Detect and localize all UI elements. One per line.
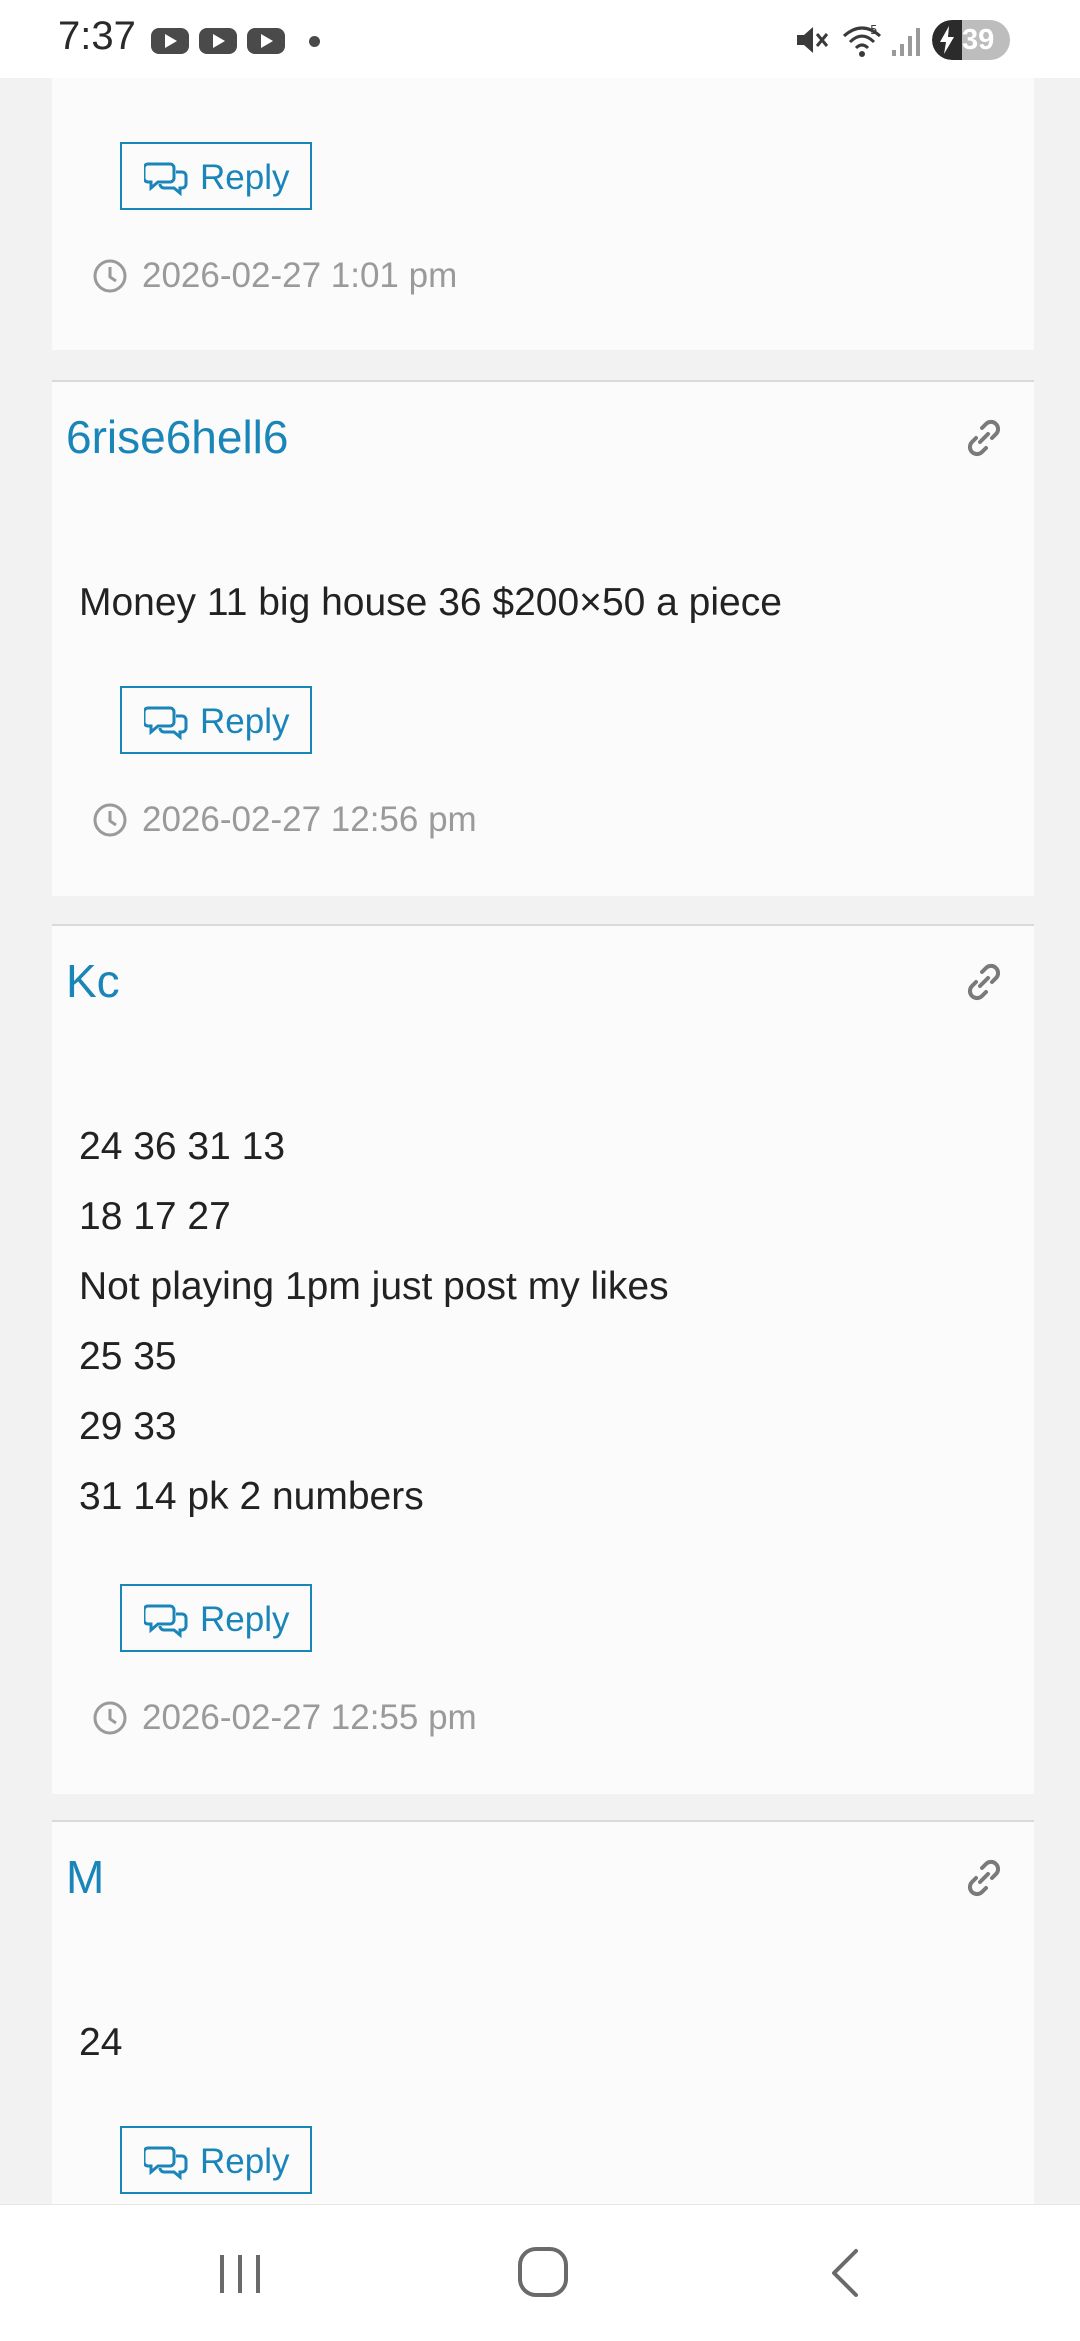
reply-label: Reply xyxy=(200,702,290,741)
comment-author[interactable]: M xyxy=(66,1850,104,1904)
comment-text: Money 11 big house 36 $200×50 a piece xyxy=(79,581,782,624)
comment-card: 6rise6hell6 Money 11 big house 36 $200×5… xyxy=(52,380,1034,896)
comment-text: 18 17 27 xyxy=(79,1195,231,1238)
status-bar: 7:37 5 39 xyxy=(0,0,1080,78)
comments-icon xyxy=(144,706,188,740)
clock-icon xyxy=(93,803,127,837)
comment-author[interactable]: Kc xyxy=(66,954,120,1008)
mute-icon xyxy=(797,27,829,53)
timestamp-text: 2026-02-27 1:01 pm xyxy=(142,256,458,295)
reply-label: Reply xyxy=(200,158,290,197)
comments-icon xyxy=(144,2146,188,2180)
link-icon[interactable] xyxy=(962,1856,1006,1900)
clock-icon xyxy=(93,259,127,293)
timestamp-text: 2026-02-27 12:56 pm xyxy=(142,800,477,839)
comment-text: 25 35 xyxy=(79,1335,177,1378)
reply-label: Reply xyxy=(200,1600,290,1639)
reply-label: Reply xyxy=(200,2142,290,2181)
comments-icon xyxy=(144,162,188,196)
comment-body: 24 36 31 13 18 17 27 Not playing 1pm jus… xyxy=(79,1112,669,1532)
reply-button[interactable]: Reply xyxy=(120,686,312,754)
link-icon[interactable] xyxy=(962,960,1006,1004)
comment-text: 31 14 pk 2 numbers xyxy=(79,1475,424,1518)
back-icon[interactable] xyxy=(826,2247,866,2299)
reply-button[interactable]: Reply xyxy=(120,142,312,210)
comment-text: 24 xyxy=(79,2021,123,2064)
clock-icon xyxy=(93,1701,127,1735)
link-icon[interactable] xyxy=(962,416,1006,460)
comment-text: 29 33 xyxy=(79,1405,177,1448)
svg-text:5: 5 xyxy=(870,23,878,37)
status-time: 7:37 xyxy=(58,14,136,58)
comment-card: M 24 Reply xyxy=(52,1820,1034,2204)
system-nav-bar xyxy=(0,2204,1080,2341)
recent-apps-icon[interactable] xyxy=(214,2249,266,2299)
more-notifications-dot-icon xyxy=(309,36,320,47)
battery-indicator: 39 xyxy=(932,20,1010,60)
comments-icon xyxy=(144,1604,188,1638)
youtube-icon xyxy=(151,28,189,54)
battery-percent: 39 xyxy=(962,24,995,56)
comments-list[interactable]: Reply 2026-02-27 1:01 pm 6rise6hell6 Mon… xyxy=(0,78,1080,2204)
wifi-icon: 5 xyxy=(843,23,881,57)
comment-body: Money 11 big house 36 $200×50 a piece xyxy=(79,568,782,638)
youtube-icon xyxy=(247,28,285,54)
comment-text: Not playing 1pm just post my likes xyxy=(79,1265,669,1308)
signal-icon xyxy=(892,28,920,56)
comment-body: 24 xyxy=(79,2008,122,2078)
comment-author[interactable]: 6rise6hell6 xyxy=(66,410,288,464)
reply-button[interactable]: Reply xyxy=(120,1584,312,1652)
timestamp-text: 2026-02-27 12:55 pm xyxy=(142,1698,477,1737)
charging-bolt-icon xyxy=(940,26,954,54)
comment-card: Kc 24 36 31 13 18 17 27 Not playing 1pm … xyxy=(52,924,1034,1794)
home-icon[interactable] xyxy=(516,2245,570,2299)
youtube-icon xyxy=(199,28,237,54)
reply-button[interactable]: Reply xyxy=(120,2126,312,2194)
comment-text: 24 36 31 13 xyxy=(79,1125,286,1168)
comment-card: Reply 2026-02-27 1:01 pm xyxy=(52,78,1034,350)
